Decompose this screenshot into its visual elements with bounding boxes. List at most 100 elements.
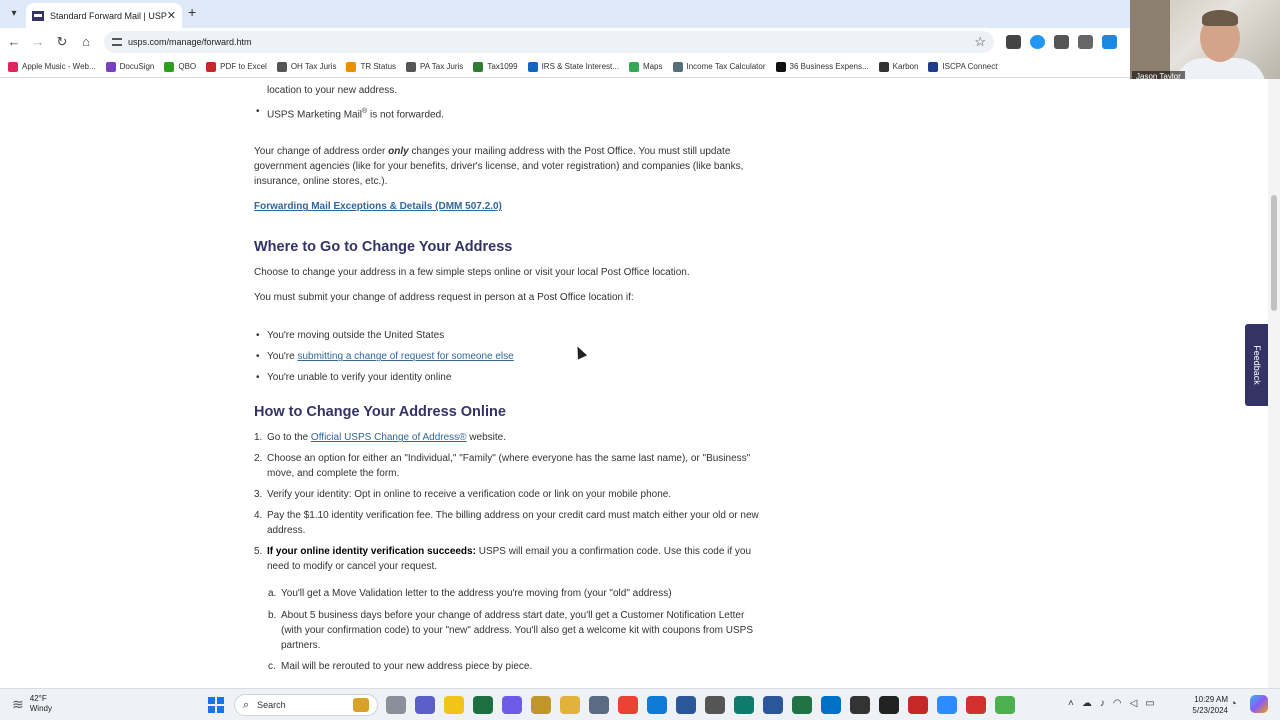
taskbar-app-icon[interactable] xyxy=(444,696,464,714)
microphone-icon[interactable]: ♪ xyxy=(1100,698,1105,709)
bookmark-item[interactable]: Tax1099 xyxy=(473,61,518,72)
search-icon: ⌕ xyxy=(243,698,250,711)
bookmark-favicon-icon xyxy=(8,61,18,72)
bookmark-item[interactable]: OH Tax Juris xyxy=(276,61,336,72)
page-scrollbar[interactable] xyxy=(1268,79,1280,688)
taskbar-app-icon[interactable] xyxy=(647,696,667,714)
web-page: location to your new address. USPS Marke… xyxy=(0,79,1268,688)
taskbar-app-icon[interactable] xyxy=(415,696,435,714)
back-button[interactable]: ← xyxy=(4,32,24,52)
taskbar-app-icon[interactable] xyxy=(589,696,609,714)
bookmark-item[interactable]: TR Status xyxy=(346,61,396,72)
bookmark-item[interactable]: Maps xyxy=(628,61,663,72)
weather-widget[interactable]: ≋ 42°F Windy xyxy=(12,694,52,714)
copilot-icon[interactable] xyxy=(1250,695,1268,713)
step-1: 1. Go to the Official USPS Change of Add… xyxy=(254,432,506,444)
tab-close-icon[interactable]: ✕ xyxy=(167,9,176,22)
search-highlight-icon xyxy=(353,698,369,712)
taskbar-app-icon[interactable] xyxy=(908,696,928,714)
clock-date: 5/23/2024 xyxy=(1192,706,1228,715)
bookmark-favicon-icon xyxy=(206,61,217,72)
bookmark-favicon-icon xyxy=(878,61,889,72)
where-to-go-heading: Where to Go to Change Your Address xyxy=(254,239,513,256)
bookmark-item[interactable]: Income Tax Calculator xyxy=(672,61,766,72)
feedback-tab[interactable]: Feedback xyxy=(1245,324,1268,406)
bookmark-item[interactable]: PDF to Excel xyxy=(206,61,267,72)
windows-start-icon[interactable] xyxy=(208,697,224,713)
taskbar-app-icon[interactable] xyxy=(676,696,696,714)
url-text: usps.com/manage/forward.htm xyxy=(128,37,252,47)
taskbar-app-icon[interactable] xyxy=(734,696,754,714)
grid-extension-icon[interactable] xyxy=(1054,35,1069,49)
forward-button[interactable]: → xyxy=(28,32,48,52)
taskbar-app-icon[interactable] xyxy=(531,696,551,714)
bookmark-label: Karbon xyxy=(892,62,919,71)
puzzle-extension-icon[interactable] xyxy=(1078,35,1093,49)
pen-extension-icon[interactable] xyxy=(1006,35,1021,49)
in-person-list: You're moving outside the United States … xyxy=(254,328,764,385)
bookmark-favicon-icon xyxy=(276,61,287,72)
site-info-icon[interactable] xyxy=(112,38,122,46)
taskbar-app-icon[interactable] xyxy=(705,696,725,714)
taskbar-app-icon[interactable] xyxy=(792,696,812,714)
address-bar[interactable]: usps.com/manage/forward.htm ☆ xyxy=(104,31,994,53)
search-label: Search xyxy=(257,700,286,710)
bookmark-item[interactable]: IRS & State Interest... xyxy=(527,61,619,72)
how-to-change-heading: How to Change Your Address Online xyxy=(254,404,506,421)
home-button[interactable]: ⌂ xyxy=(76,32,96,52)
profile-extension-icon[interactable] xyxy=(1102,35,1117,49)
system-tray: ˄ ☁ ♪ ◠ ◁ ▭ xyxy=(1068,698,1155,709)
bookmark-item[interactable]: QBO xyxy=(164,61,196,72)
step-2: 2. Choose an option for either an "Indivi… xyxy=(254,453,751,480)
taskbar-app-icon[interactable] xyxy=(850,696,870,714)
official-change-of-address-link[interactable]: Official USPS Change of Address® xyxy=(311,432,467,443)
list-item: You're submitting a change of request fo… xyxy=(254,349,764,364)
taskbar-app-icon[interactable] xyxy=(821,696,841,714)
battery-icon[interactable]: ▭ xyxy=(1145,698,1154,709)
cloud-extension-icon[interactable] xyxy=(1030,35,1045,49)
bookmark-favicon-icon xyxy=(164,61,175,72)
bookmark-item[interactable]: Apple Music - Web... xyxy=(8,61,96,72)
new-tab-button[interactable]: + xyxy=(188,4,196,20)
bookmark-label: Maps xyxy=(642,62,663,71)
reload-button[interactable]: ↻ xyxy=(52,32,72,52)
notification-bell-icon[interactable]: ◔ xyxy=(1230,698,1237,710)
taskbar-search[interactable]: ⌕ Search xyxy=(234,694,378,716)
onedrive-icon[interactable]: ☁ xyxy=(1082,698,1092,709)
volume-icon[interactable]: ◁ xyxy=(1130,698,1138,709)
bookmark-label: Apple Music - Web... xyxy=(22,62,96,71)
usps-eagle-icon xyxy=(32,10,44,21)
taskbar-app-icon[interactable] xyxy=(879,696,899,714)
scrollbar-thumb[interactable] xyxy=(1271,195,1277,311)
system-clock[interactable]: 10:29 AM 5/23/2024 xyxy=(1186,694,1228,716)
taskbar-app-icon[interactable] xyxy=(386,696,406,714)
taskbar-app-icon[interactable] xyxy=(618,696,638,714)
bookmark-item[interactable]: Karbon xyxy=(878,61,919,72)
taskbar-app-icon[interactable] xyxy=(502,696,522,714)
tab-usps-forward[interactable]: Standard Forward Mail | USPS ✕ xyxy=(26,3,182,28)
bookmark-item[interactable]: ISCPA Connect xyxy=(928,61,997,72)
in-person-intro: You must submit your change of address r… xyxy=(254,292,634,304)
forwarding-exceptions-link[interactable]: Forwarding Mail Exceptions & Details (DM… xyxy=(254,201,502,212)
someone-else-link[interactable]: submitting a change of request for someo… xyxy=(297,351,513,362)
taskbar-app-icon[interactable] xyxy=(473,696,493,714)
bookmark-item[interactable]: PA Tax Juris xyxy=(406,61,464,72)
bookmark-label: PA Tax Juris xyxy=(420,62,464,71)
taskbar-app-icon[interactable] xyxy=(995,696,1015,714)
step-3: 3. Verify your identity: Opt in online to… xyxy=(254,489,672,501)
bookmark-favicon-icon xyxy=(672,61,683,72)
taskbar-app-icon[interactable] xyxy=(763,696,783,714)
bookmark-favicon-icon xyxy=(775,61,786,72)
step-5: 5. If your online identity verification s… xyxy=(254,544,764,674)
taskbar-app-icon[interactable] xyxy=(937,696,957,714)
bookmark-item[interactable]: DocuSign xyxy=(105,61,154,72)
wifi-icon[interactable]: ◠ xyxy=(1113,698,1122,709)
taskbar-app-icon[interactable] xyxy=(560,696,580,714)
bookmark-item[interactable]: 36 Business Expens... xyxy=(775,61,869,72)
list-fragment: location to your new address. xyxy=(267,85,398,96)
taskbar-app-icon[interactable] xyxy=(966,696,986,714)
chevron-up-icon[interactable]: ˄ xyxy=(1068,698,1074,709)
tab-search-icon[interactable]: ▾ xyxy=(4,4,24,24)
bookmark-star-icon[interactable]: ☆ xyxy=(974,34,986,50)
webcam-overlay: Jason Taylor xyxy=(1130,0,1280,84)
